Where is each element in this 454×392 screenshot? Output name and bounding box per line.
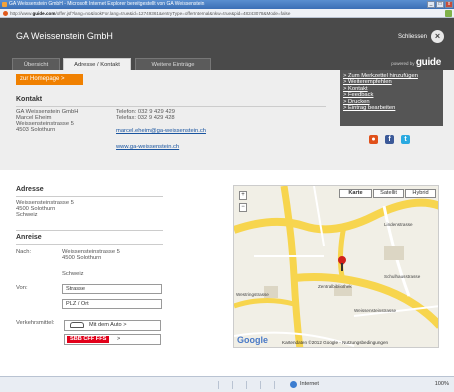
window-close-button[interactable]: x [445, 1, 453, 8]
maximize-button[interactable]: □ [436, 1, 444, 8]
zoom-out-button[interactable]: − [239, 203, 247, 212]
sbb-logo: SBB CFF FFS [67, 336, 110, 343]
facebook-icon[interactable]: f [385, 135, 394, 144]
minimize-button[interactable]: _ [427, 1, 435, 8]
kontakt-divider [16, 106, 326, 107]
car-icon [70, 322, 84, 328]
window-controls: _ □ x [427, 1, 453, 8]
tab-adresse-kontakt[interactable]: Adresse / Kontakt [63, 58, 131, 70]
email-link[interactable]: marcel.eheim@ga-weissenstein.ch [116, 128, 206, 134]
von-label: Von: [16, 285, 28, 291]
map-roads [234, 186, 438, 347]
city-input[interactable]: PLZ / Ort [62, 299, 162, 309]
powered-prefix: powered by [391, 61, 415, 66]
status-segment [246, 381, 258, 389]
guide-logo: guide [415, 57, 441, 68]
eintrag-bearbeiten-link[interactable]: > Eintrag bearbeiten [343, 105, 418, 111]
url-field[interactable]: http://www.guide.com/offer.jsf?lang=no&l… [10, 10, 440, 17]
map-type-satellit[interactable]: Satellit [373, 189, 404, 198]
url-domain: guide.com [32, 11, 56, 16]
url-prefix: http://www. [10, 11, 33, 16]
homepage-button[interactable]: zur Homepage > [16, 74, 83, 85]
status-segment [232, 381, 244, 389]
map-type-karte[interactable]: Karte [339, 189, 372, 198]
panel-title: GA Weissenstein GmbH [16, 31, 113, 41]
twitter-icon[interactable]: t [401, 135, 410, 144]
adresse-divider [16, 196, 163, 197]
powered-by: powered by guide [391, 57, 441, 70]
status-segment [218, 381, 230, 389]
tab-uebersicht[interactable]: Übersicht [12, 58, 60, 70]
car-route-label: Mit dem Auto > [89, 322, 127, 328]
go-icon[interactable] [445, 10, 452, 17]
map-copyright[interactable]: Kartendaten ©2012 Google - Nutzungsbedin… [282, 340, 388, 345]
detail-panel: GA Weissenstein GmbH Schliessen × Übersi… [0, 18, 454, 376]
kontakt-address-line: 4503 Solothurn [16, 127, 56, 133]
url-rest: /offer.jsf?lang=no&lookFor.lang=true&id=… [55, 11, 291, 16]
ie-icon [2, 2, 7, 7]
sbb-arrow: > [117, 336, 121, 342]
zoom-in-button[interactable]: + [239, 191, 247, 200]
section-divider [16, 230, 163, 231]
close-label[interactable]: Schliessen [398, 34, 427, 40]
map-widget[interactable]: + − Karte Satellit Hybrid Zentralbibliot… [233, 185, 439, 348]
map-label: Schulhausstrasse [384, 274, 421, 279]
map-label: Zentralbibliothek [318, 284, 352, 289]
adresse-line: Schweiz [16, 212, 38, 218]
anreise-title: Anreise [16, 234, 42, 241]
status-segment [274, 381, 286, 389]
telefax: Telefax: 032 9 429 428 [116, 115, 175, 121]
street-input[interactable]: Strasse [62, 284, 162, 294]
status-segment [260, 381, 272, 389]
car-route-button[interactable]: Mit dem Auto > [64, 320, 161, 331]
window-title: GA Weissenstein GmbH - Microsoft Interne… [9, 1, 205, 7]
map-label: Lindenstrasse [384, 222, 413, 227]
zoom-level[interactable]: 100% [435, 381, 449, 387]
map-label: Westringstrasse [236, 292, 269, 297]
anreise-divider [16, 244, 163, 245]
favicon-icon [3, 11, 8, 16]
website-link[interactable]: www.ga-weissenstein.ch [116, 144, 179, 150]
address-bar: http://www.guide.com/offer.jsf?lang=no&l… [0, 9, 454, 18]
swiss-icon[interactable]: ● [369, 135, 378, 144]
status-bar: Internet 100% [0, 376, 454, 392]
google-logo[interactable]: Google [237, 335, 268, 345]
tab-weitere-eintraege[interactable]: Weitere Einträge [135, 58, 211, 70]
globe-icon [290, 381, 297, 388]
close-icon[interactable]: × [431, 30, 444, 43]
kontakt-title: Kontakt [16, 96, 43, 103]
sbb-route-button[interactable]: SBB CFF FFS > [64, 334, 161, 345]
window-titlebar: GA Weissenstein GmbH - Microsoft Interne… [0, 0, 454, 9]
nach-country: Schweiz [62, 271, 84, 277]
transport-label: Verkehrsmittel: [16, 320, 55, 326]
security-zone: Internet [290, 381, 319, 388]
action-links-box: > Zum Merkzettel hinzufügen > Weiterempf… [340, 70, 443, 126]
adresse-title: Adresse [16, 186, 44, 193]
content-area: zur Homepage > Kontakt GA Weissenstein G… [0, 70, 454, 376]
zone-label: Internet [300, 381, 319, 387]
nach-line: 4500 Solothurn [62, 255, 102, 261]
panel-header: GA Weissenstein GmbH Schliessen × [0, 18, 454, 54]
tab-bar: Übersicht Adresse / Kontakt Weitere Eint… [0, 54, 454, 70]
map-label: Weissensteinstrasse [354, 308, 397, 313]
map-type-hybrid[interactable]: Hybrid [405, 189, 436, 198]
nach-label: Nach: [16, 249, 32, 255]
marker-stem [341, 263, 343, 271]
